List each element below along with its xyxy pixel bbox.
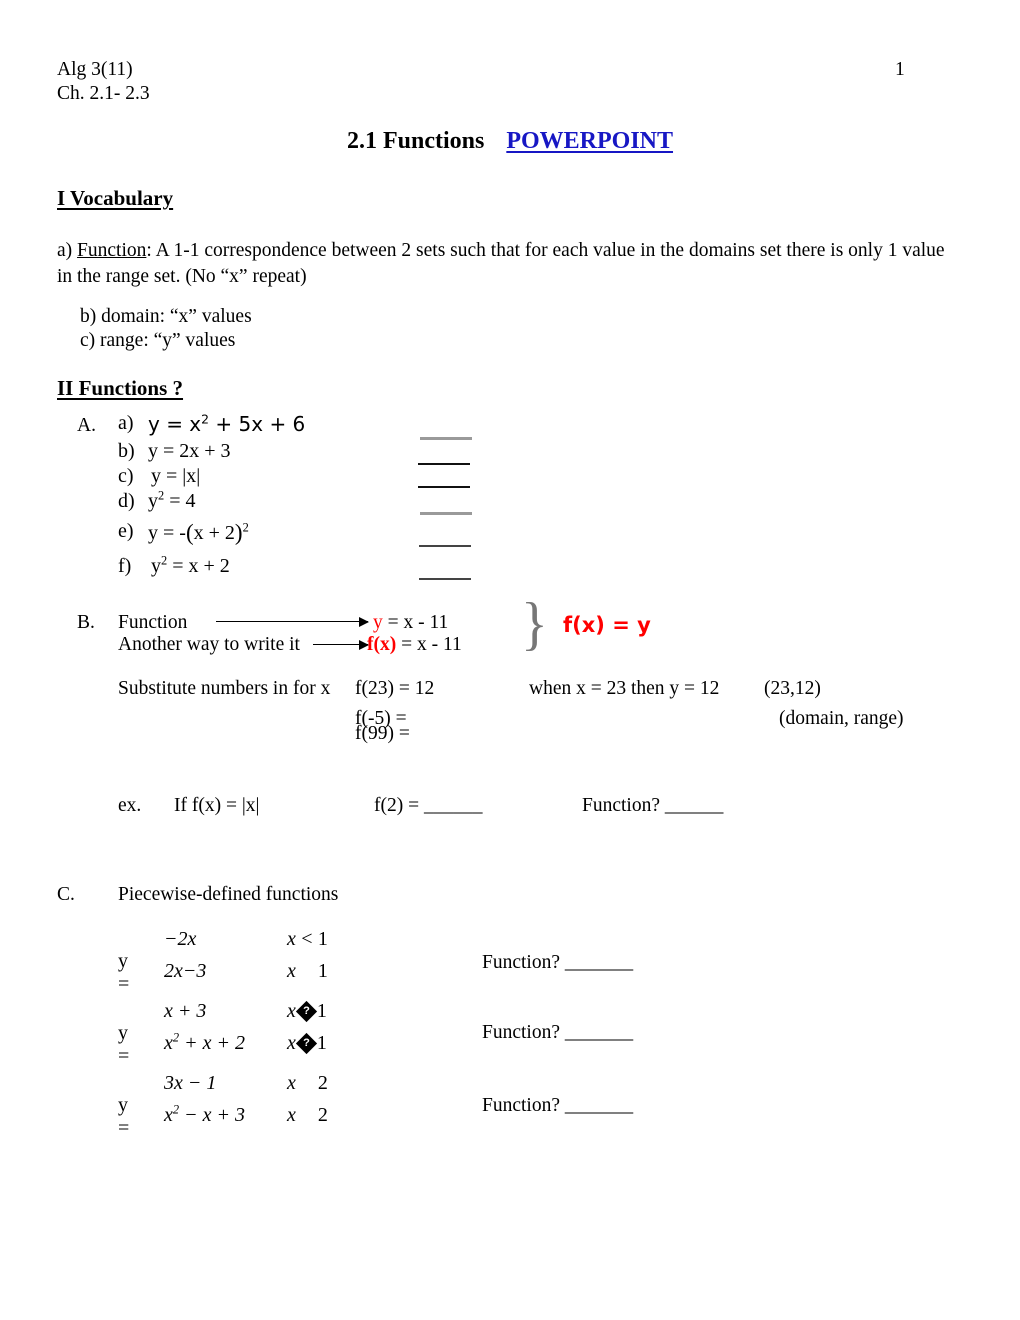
equation-text: y = 2x + 3: [148, 440, 231, 462]
equation-text: y2 = x + 2: [151, 553, 230, 577]
substitute-label: Substitute numbers in for x: [118, 678, 331, 699]
cond-operator: <: [301, 928, 313, 950]
vocab-a-marker: a): [57, 240, 73, 261]
equation-text: y = -(x + 2)2: [148, 520, 249, 545]
evaluation-1: f(23) = 12: [355, 678, 435, 699]
ordered-pair: (23,12): [764, 678, 821, 699]
vocabulary-item-c: c) range: “y” values: [80, 330, 236, 351]
piecewise-y-label: y =: [118, 1094, 130, 1139]
piecewise-row: 2x−3 x1: [164, 960, 328, 992]
cond-value: 1: [316, 1000, 327, 1022]
domain-range-label: (domain, range): [779, 708, 904, 729]
equation-marker: c): [118, 465, 134, 487]
answer-blank[interactable]: [420, 512, 472, 515]
piecewise-condition: x1: [287, 960, 328, 983]
piecewise-rows: 3x − 1 x2 x2 − x + 3 x2: [164, 1072, 328, 1136]
y-symbol: y: [373, 612, 383, 633]
y-equation-rhs: = x - 11: [387, 612, 449, 633]
piecewise-expression: 3x − 1: [164, 1072, 217, 1094]
answer-blank[interactable]: [418, 463, 470, 465]
piecewise-expression: 2x−3: [164, 960, 207, 982]
arrow-to-fx-icon: [313, 639, 369, 650]
equation-marker: b): [118, 440, 135, 462]
equation-text: y = |x|: [151, 465, 201, 487]
missing-glyph-icon: [295, 1000, 317, 1023]
example-given: If f(x) = |x|: [174, 795, 260, 816]
part-b-label: B.: [77, 612, 95, 633]
powerpoint-link[interactable]: POWERPOINT: [506, 128, 673, 154]
arrow-to-y-icon: [216, 616, 369, 627]
answer-blank[interactable]: [420, 437, 472, 440]
piecewise-rows: −2x x <1 2x−3 x1: [164, 928, 328, 992]
answer-blank[interactable]: [419, 545, 471, 547]
example-marker: ex.: [118, 795, 142, 816]
vocab-a-text: : A 1-1 correspondence between 2 sets su…: [57, 240, 945, 287]
cond-value: 2: [317, 1104, 328, 1126]
piecewise-rows: x + 3 x1 x2 + x + 2 x1: [164, 1000, 327, 1064]
piecewise-row: x2 + x + 2 x1: [164, 1030, 327, 1064]
piecewise-condition: x <1: [287, 928, 328, 951]
piecewise-y-label: y =: [118, 1022, 130, 1067]
piecewise-expression: x2 + x + 2: [164, 1030, 245, 1054]
part-b-equation-fx: f(x) = x - 11: [367, 634, 462, 656]
page-number: 1: [895, 59, 905, 80]
piecewise-y-label: y =: [118, 950, 130, 995]
course-label: Alg 3(11): [57, 59, 133, 80]
document-page: Alg 3(11) Ch. 2.1- 2.3 1 2.1 Functions PO…: [0, 0, 1020, 1320]
piecewise-row: x2 − x + 3 x2: [164, 1102, 328, 1136]
part-b-row1-label: Function: [118, 612, 188, 633]
cond-var: x: [287, 960, 296, 982]
piecewise-condition: x1: [287, 1032, 327, 1055]
cond-var: x: [287, 928, 296, 950]
example-question[interactable]: Function? ______: [582, 795, 723, 817]
piecewise-condition: x1: [287, 1000, 327, 1023]
fx-symbol: f(x): [367, 634, 397, 655]
curly-brace-icon: }: [521, 591, 548, 657]
part-c-question-1[interactable]: Function? _______: [482, 952, 633, 974]
vocab-a-term: Function: [77, 240, 147, 261]
fx-equals-y-note: f(x) = y: [563, 613, 651, 637]
section-heading-vocabulary: I Vocabulary: [57, 186, 174, 210]
chapter-label: Ch. 2.1- 2.3: [57, 83, 150, 104]
evaluation-3: f(99) =: [355, 723, 410, 744]
piecewise-row: 3x − 1 x2: [164, 1072, 328, 1104]
equation-marker: d): [118, 490, 135, 512]
piecewise-expression: −2x: [164, 928, 197, 950]
missing-glyph-icon: [295, 1032, 317, 1055]
piecewise-expression: x2 − x + 3: [164, 1102, 245, 1126]
piecewise-row: x + 3 x1: [164, 1000, 327, 1032]
part-a-label: A.: [77, 415, 96, 436]
piecewise-expression: x + 3: [164, 1000, 207, 1022]
document-header-left: Alg 3(11) Ch. 2.1- 2.3: [57, 58, 150, 106]
equation-marker: e): [118, 520, 134, 542]
part-b-row2-label: Another way to write it: [118, 634, 300, 655]
answer-blank[interactable]: [419, 578, 471, 580]
fx-equation-rhs: = x - 11: [401, 634, 462, 655]
cond-value: 1: [316, 1032, 327, 1054]
page-title-text: 2.1 Functions: [346, 128, 485, 154]
cond-value: 2: [317, 1072, 328, 1094]
when-then-text: when x = 23 then y = 12: [529, 678, 720, 699]
example-evaluate[interactable]: f(2) = ______: [374, 795, 482, 817]
part-c-question-3[interactable]: Function? _______: [482, 1095, 633, 1117]
equation-text: y2 = 4: [148, 488, 196, 512]
answer-blank[interactable]: [418, 486, 470, 488]
piecewise-row: −2x x <1: [164, 928, 328, 960]
part-b-equation-y: y = x - 11: [373, 612, 448, 634]
page-title: 2.1 Functions POWERPOINT: [0, 128, 1020, 155]
piecewise-condition: x2: [287, 1104, 328, 1126]
part-c-label: C.: [57, 884, 75, 905]
part-c-question-2[interactable]: Function? _______: [482, 1022, 633, 1044]
cond-value: 1: [317, 960, 328, 982]
vocabulary-item-b: b) domain: “x” values: [80, 306, 252, 327]
vocabulary-item-a: a) Function: A 1-1 correspondence betwee…: [57, 238, 957, 290]
cond-value: 1: [317, 928, 328, 950]
part-c-heading: Piecewise-defined functions: [118, 884, 339, 905]
piecewise-condition: x2: [287, 1072, 328, 1094]
equation-marker: f): [118, 555, 132, 577]
equation-marker: a): [118, 412, 134, 434]
section-heading-functions: II Functions ?: [57, 376, 184, 400]
equation-text: y = x2 + 5x + 6: [148, 411, 306, 436]
